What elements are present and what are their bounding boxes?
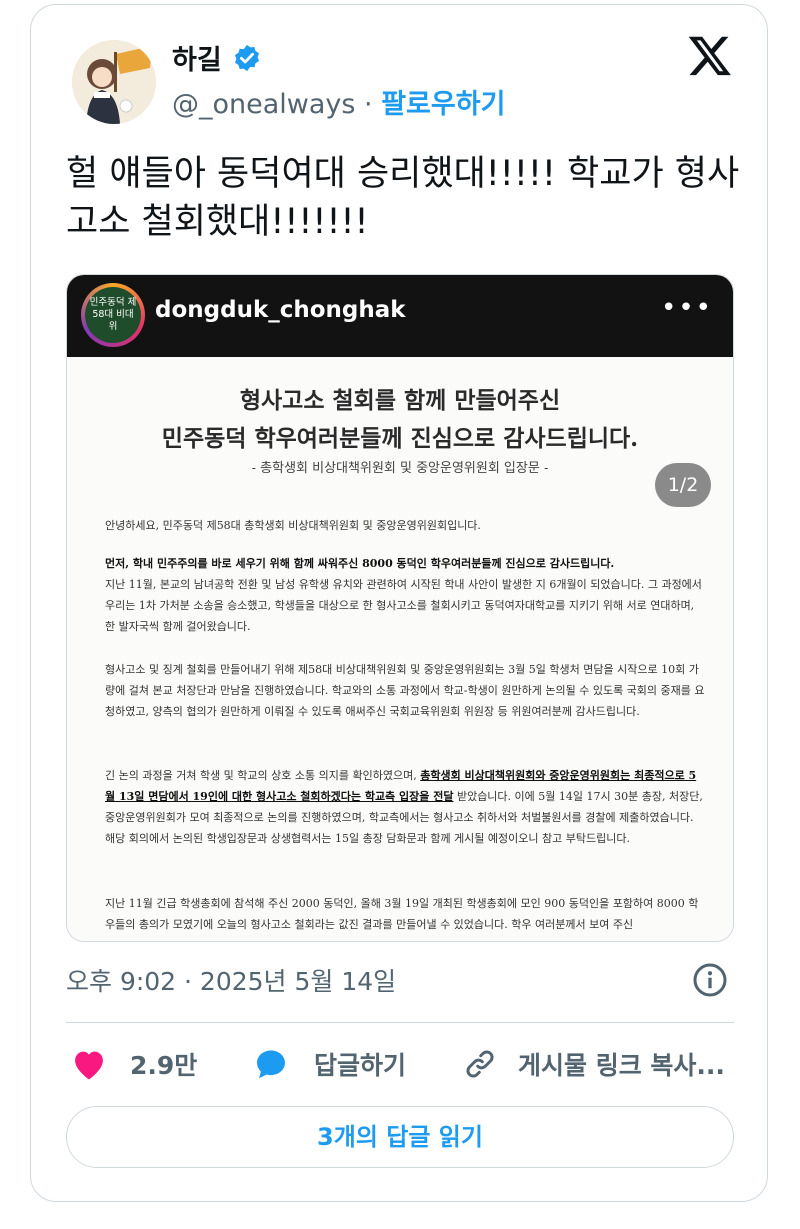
follow-button[interactable]: 팔로우하기 [381, 89, 505, 120]
doc-paragraph-3: 형사고소 및 징계 철회를 만들어내기 위해 제58대 비상대책위원회 및 중앙… [105, 663, 705, 718]
doc-paragraph-2-body: 지난 11월, 본교의 남녀공학 전환 및 남성 유학생 유치와 관련하여 시작… [105, 578, 702, 633]
x-logo-icon[interactable] [686, 32, 734, 78]
info-icon[interactable] [692, 962, 728, 998]
tweet-timestamp[interactable]: 오후 9:02 · 2025년 5월 14일 [66, 962, 396, 998]
instagram-header: 민주동덕 제58대 비대위 dongduk_chonghak ••• [67, 275, 733, 357]
doc-paragraph-2: 먼저, 학내 민주주의를 바로 세우기 위해 함께 싸워주신 8000 동덕인 … [105, 553, 705, 637]
like-button[interactable]: 2.9만 [70, 1044, 197, 1084]
author-name[interactable]: 하길 [172, 38, 222, 77]
action-bar: 2.9만 답글하기 게시물 링크 복사... [66, 1044, 734, 1084]
copy-link-button[interactable]: 게시물 링크 복사... [462, 1044, 725, 1084]
instagram-username: dongduk_chonghak [155, 297, 406, 323]
doc-paragraph-5: 지난 11월 긴급 학생총회에 참석해 주신 2000 동덕인, 올해 3월 1… [105, 897, 699, 931]
doc-title-line1: 형사고소 철회를 함께 만들어주신 [239, 387, 561, 414]
more-dots-icon: ••• [660, 293, 713, 323]
statement-document: 형사고소 철회를 함께 만들어주신 민주동덕 학우여러분들께 진심으로 감사드립… [67, 357, 733, 941]
verified-badge-icon [235, 44, 259, 72]
author-avatar[interactable] [72, 40, 156, 124]
heart-icon [75, 1051, 103, 1080]
like-count: 2.9만 [130, 1051, 198, 1080]
doc-paragraph-4-start: 긴 논의 과정을 거쳐 학생 및 학교의 상호 소통 의지를 확인하였으며, [105, 769, 421, 782]
doc-subtitle: - 총학생회 비상대책위원회 및 중앙운영위원회 입장문 - [251, 461, 549, 476]
divider [66, 1022, 734, 1023]
reply-label: 답글하기 [314, 1051, 407, 1080]
page-indicator: 1/2 [655, 463, 711, 507]
instagram-avatar: 민주동덕 제58대 비대위 [81, 283, 145, 347]
tweet-media[interactable]: 민주동덕 제58대 비대위 dongduk_chonghak ••• 형사고소 … [66, 274, 734, 942]
author-handle-row: @_onealways · 팔로우하기 [172, 82, 505, 121]
author-handle[interactable]: @_onealways [172, 89, 355, 120]
separator: · [355, 89, 382, 120]
read-replies-button[interactable]: 3개의 답글 읽기 [66, 1106, 734, 1168]
reply-bubble-icon [257, 1050, 285, 1079]
reply-button[interactable]: 답글하기 [252, 1044, 406, 1084]
tweet-text: 헐 얘들아 동덕여대 승리했대!!!!! 학교가 형사고소 철회했대!!!!!!… [66, 154, 740, 242]
doc-title-line2: 민주동덕 학우여러분들께 진심으로 감사드립니다. [161, 425, 639, 452]
doc-paragraph-1: 안녕하세요, 민주동덕 제58대 총학생회 비상대책위원회 및 중앙운영위원회입… [105, 519, 481, 532]
link-icon [466, 1050, 494, 1078]
doc-paragraph-2-bold: 먼저, 학내 민주주의를 바로 세우기 위해 함께 싸워주신 8000 동덕인 … [105, 557, 615, 570]
copy-link-label: 게시물 링크 복사... [518, 1051, 725, 1080]
instagram-avatar-text: 민주동덕 제58대 비대위 [85, 287, 141, 343]
doc-paragraph-4: 긴 논의 과정을 거쳐 학생 및 학교의 상호 소통 의지를 확인하였으며, 총… [105, 765, 705, 849]
